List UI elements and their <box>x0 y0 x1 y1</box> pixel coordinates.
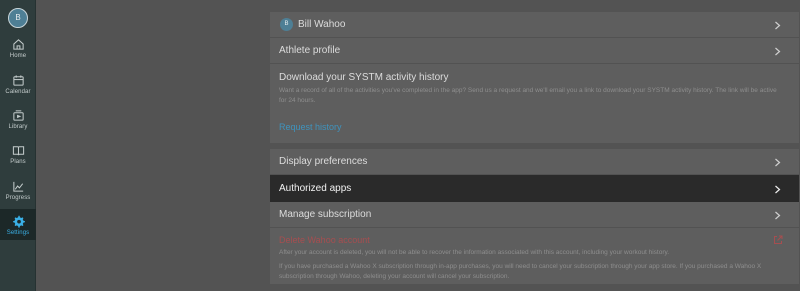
chevron-right-icon <box>775 21 781 30</box>
athlete-profile-row[interactable]: Athlete profile <box>270 38 799 64</box>
progress-icon <box>12 181 23 192</box>
sidebar-item-calendar[interactable]: Calendar <box>0 74 36 106</box>
gear-icon <box>12 215 25 228</box>
sidebar-item-label: Library <box>8 124 28 130</box>
preferences-card: Display preferences Authorized apps Mana… <box>270 149 799 284</box>
sidebar: B Home Calendar Library Plans Progress S… <box>0 0 36 291</box>
manage-subscription-label: Manage subscription <box>279 209 372 220</box>
sidebar-item-home[interactable]: Home <box>0 38 36 70</box>
delete-account-subscription-note: If you have purchased a Wahoo X subscrip… <box>279 263 762 280</box>
sidebar-item-progress[interactable]: Progress <box>0 180 36 212</box>
sidebar-item-label: Calendar <box>5 89 31 95</box>
request-history-link[interactable]: Request history <box>279 122 342 132</box>
sidebar-item-library[interactable]: Library <box>0 109 36 141</box>
sidebar-item-label: Settings <box>6 230 30 236</box>
external-link-icon[interactable] <box>773 235 783 245</box>
authorized-apps-label: Authorized apps <box>279 183 352 194</box>
home-icon <box>12 39 24 50</box>
sidebar-item-label: Plans <box>10 159 26 165</box>
plans-icon <box>12 146 24 156</box>
calendar-icon <box>12 75 24 86</box>
display-preferences-row[interactable]: Display preferences <box>270 149 799 175</box>
avatar[interactable]: B <box>8 8 28 28</box>
chevron-right-icon <box>775 47 781 56</box>
display-preferences-label: Display preferences <box>279 156 368 167</box>
chevron-right-icon <box>775 158 781 167</box>
sidebar-item-label: Home <box>9 53 27 59</box>
chevron-right-icon <box>775 211 781 220</box>
user-row[interactable]: B Bill Wahoo <box>270 12 799 38</box>
account-card: B Bill Wahoo Athlete profile Download yo… <box>270 12 799 143</box>
sidebar-item-label: Progress <box>5 195 31 201</box>
delete-account-warning: After your account is deleted, you will … <box>279 249 670 256</box>
delete-account-link[interactable]: Delete Wahoo account <box>279 235 370 245</box>
library-icon <box>12 110 24 121</box>
download-history-title: Download your SYSTM activity history <box>279 72 449 83</box>
download-history-description: Want a record of all of the activities y… <box>279 87 777 104</box>
sidebar-item-settings[interactable]: Settings <box>0 209 36 240</box>
chevron-right-icon <box>775 185 781 194</box>
user-name: Bill Wahoo <box>298 19 346 30</box>
user-avatar: B <box>280 18 293 31</box>
authorized-apps-row[interactable]: Authorized apps <box>270 175 799 202</box>
manage-subscription-row[interactable]: Manage subscription <box>270 202 799 228</box>
sidebar-item-plans[interactable]: Plans <box>0 144 36 176</box>
athlete-profile-label: Athlete profile <box>279 45 341 56</box>
